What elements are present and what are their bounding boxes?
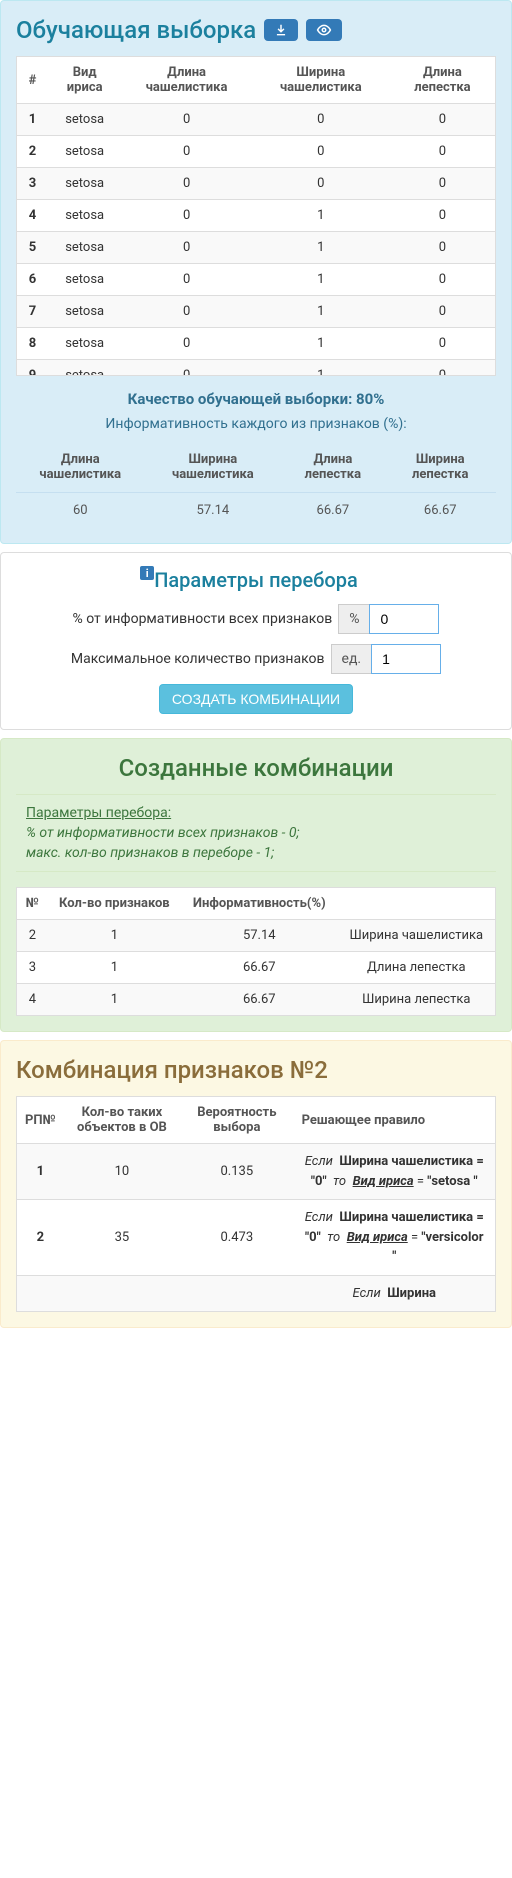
- info-badge[interactable]: i: [140, 566, 154, 580]
- combo-params-line1: % от информативности всех признаков - 0;: [26, 825, 486, 841]
- rules-col-n: РП№: [17, 1097, 64, 1144]
- rules-col-rule: Решающее правило: [294, 1097, 495, 1144]
- table-row[interactable]: 2setosa000: [17, 136, 495, 168]
- col-index: #: [17, 57, 48, 104]
- training-sample-panel: Обучающая выборка # Вид ириса Длина чаше…: [0, 0, 512, 544]
- feat-col-0: Длина чашелистика: [16, 442, 145, 493]
- features-table: Длина чашелистика Ширина чашелистика Дли…: [16, 442, 496, 528]
- rules-col-count: Кол-во таких объектов в ОВ: [64, 1097, 180, 1144]
- max-label: Максимальное количество признаков: [71, 651, 325, 667]
- table-row[interactable]: 2350.473Если Ширина чашелистика = "0" то…: [17, 1200, 495, 1276]
- feat-val-0: 60: [16, 493, 145, 529]
- pct-label: % от информативности всех признаков: [73, 611, 333, 627]
- rule-combo-panel: Комбинация признаков №2 РП№ Кол-во таких…: [0, 1040, 512, 1328]
- feat-val-2: 66.67: [281, 493, 384, 529]
- table-row[interactable]: 7setosa010: [17, 296, 495, 328]
- feat-col-3: Ширина лепестка: [384, 442, 496, 493]
- col-sepal-length: Длина чашелистика: [121, 57, 251, 104]
- combos-col-inf: Информативность(%): [181, 888, 338, 920]
- combinations-panel: Созданные комбинации Параметры перебора:…: [0, 738, 512, 1032]
- combo-params-line2: макс. кол-во признаков в переборе - 1;: [26, 845, 486, 861]
- training-table: # Вид ириса Длина чашелистика Ширина чаш…: [17, 57, 495, 376]
- combos-table-scroll[interactable]: № Кол-во признаков Информативность(%) 21…: [16, 887, 496, 1016]
- eye-icon: [316, 23, 332, 37]
- rules-table: РП№ Кол-во таких объектов в ОВ Вероятнос…: [17, 1097, 495, 1311]
- max-input[interactable]: [371, 644, 441, 674]
- feat-col-2: Длина лепестка: [281, 442, 384, 493]
- feat-val-1: 57.14: [145, 493, 282, 529]
- feat-col-1: Ширина чашелистика: [145, 442, 282, 493]
- rule-combo-title: Комбинация признаков №2: [16, 1056, 496, 1084]
- informativeness-text: Информативность каждого из признаков (%)…: [16, 416, 496, 432]
- search-params-title: i Параметры перебора: [154, 568, 358, 592]
- max-addon: ед.: [331, 644, 372, 674]
- table-row[interactable]: 8setosa010: [17, 328, 495, 360]
- search-params-panel: i Параметры перебора % от информативност…: [0, 552, 512, 730]
- table-row[interactable]: 4166.67Ширина лепестка: [17, 984, 495, 1016]
- combos-col-n: №: [17, 888, 48, 920]
- col-species: Вид ириса: [48, 57, 122, 104]
- table-row[interactable]: 5setosa010: [17, 232, 495, 264]
- quality-text: Качество обучающей выборки: 80%: [16, 390, 496, 408]
- download-icon: [274, 23, 288, 37]
- table-row[interactable]: Если Ширина: [17, 1275, 495, 1311]
- table-row[interactable]: 2157.14Ширина чашелистика: [17, 920, 495, 952]
- rules-table-scroll[interactable]: РП№ Кол-во таких объектов в ОВ Вероятнос…: [16, 1096, 496, 1312]
- create-combinations-button[interactable]: СОЗДАТЬ КОМБИНАЦИИ: [159, 684, 353, 714]
- table-row[interactable]: 3setosa000: [17, 168, 495, 200]
- col-sepal-width: Ширина чашелистика: [252, 57, 390, 104]
- table-row[interactable]: 9setosa010: [17, 360, 495, 377]
- combos-table: № Кол-во признаков Информативность(%) 21…: [17, 888, 495, 1015]
- training-table-scroll[interactable]: # Вид ириса Длина чашелистика Ширина чаш…: [16, 56, 496, 376]
- combos-col-count: Кол-во признаков: [48, 888, 181, 920]
- table-row[interactable]: 1setosa000: [17, 104, 495, 136]
- combos-col-name: [338, 888, 495, 920]
- view-button[interactable]: [306, 19, 342, 41]
- col-petal-length: Длина лепестка: [390, 57, 495, 104]
- combo-params-block: Параметры перебора: % от информативности…: [16, 794, 496, 872]
- table-row[interactable]: 4setosa010: [17, 200, 495, 232]
- feat-val-3: 66.67: [384, 493, 496, 529]
- pct-addon: %: [338, 604, 369, 634]
- combinations-title: Созданные комбинации: [16, 754, 496, 782]
- download-button[interactable]: [264, 19, 298, 41]
- rules-col-prob: Вероятность выбора: [180, 1097, 293, 1144]
- table-row[interactable]: 1100.135Если Ширина чашелистика = "0" то…: [17, 1144, 495, 1200]
- table-row[interactable]: 6setosa010: [17, 264, 495, 296]
- training-title: Обучающая выборка: [16, 16, 256, 44]
- pct-input[interactable]: [369, 604, 439, 634]
- table-row[interactable]: 3166.67Длина лепестка: [17, 952, 495, 984]
- combo-params-header: Параметры перебора:: [26, 805, 171, 821]
